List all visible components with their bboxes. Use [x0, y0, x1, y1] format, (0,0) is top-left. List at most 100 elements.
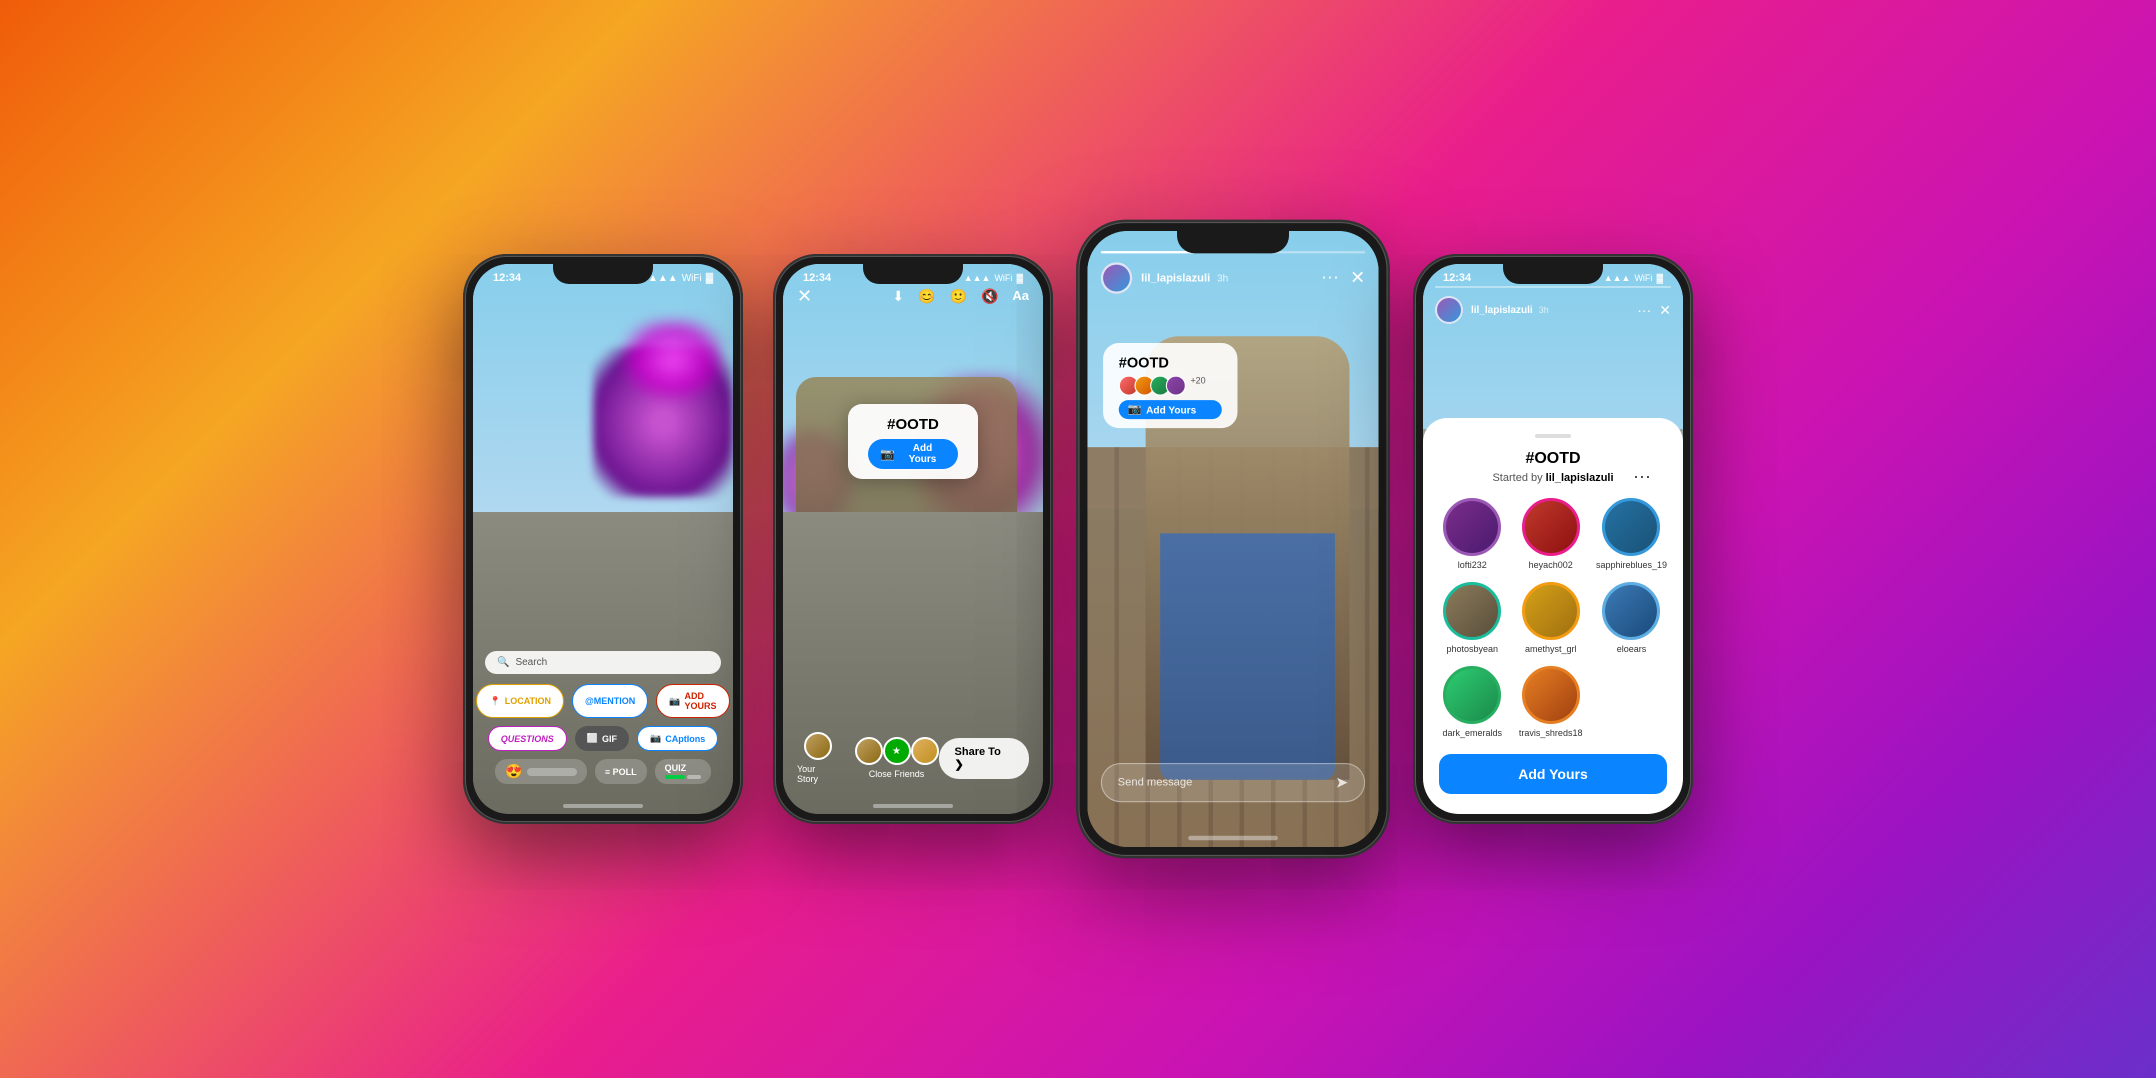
- participant-avatar-5: [1602, 582, 1660, 640]
- addyours-btn-3[interactable]: 📷 Add Yours: [1119, 400, 1222, 419]
- participant-1[interactable]: heyach002: [1517, 498, 1583, 570]
- signal-icon-1: ▲▲▲: [648, 273, 678, 284]
- mention-label: @MENTION: [585, 696, 635, 706]
- participant-name-2: sapphireblues_19: [1596, 560, 1667, 570]
- battery-icon-4: ▓: [1656, 273, 1663, 283]
- modal-more-icon[interactable]: ···: [1633, 466, 1651, 487]
- sticker-emoji[interactable]: 😍: [495, 759, 586, 784]
- participant-name-4: amethyst_grl: [1525, 644, 1577, 654]
- participant-0[interactable]: lofti232: [1439, 498, 1505, 570]
- your-story-label: Your Story: [797, 764, 839, 784]
- story-username-4: lil_lapislazuli: [1471, 305, 1533, 316]
- participant-avatar-6: [1443, 666, 1501, 724]
- share-to-label: Share To ❯: [955, 746, 1013, 771]
- sticker-captions[interactable]: 📷 CAptIons: [637, 726, 718, 751]
- gif-label: GIF: [602, 734, 617, 744]
- modal-sheet: #OOTD ··· Started by lil_lapislazuli lof…: [1423, 418, 1683, 814]
- home-indicator-3: [1188, 836, 1278, 840]
- story-actions-3: ··· ✕: [1321, 267, 1365, 289]
- search-icon-small: 🔍: [497, 657, 509, 668]
- sticker-gif[interactable]: ⬜ GIF: [575, 726, 629, 751]
- addyours-label-3: Add Yours: [1146, 404, 1196, 415]
- close-friends-avatar-3: [911, 737, 939, 765]
- started-by-label: Started by: [1492, 472, 1542, 484]
- location-icon: 📍: [489, 696, 500, 707]
- participant-4[interactable]: amethyst_grl: [1517, 582, 1583, 654]
- share-to-button[interactable]: Share To ❯: [939, 738, 1029, 779]
- story-user-avatar: [1101, 262, 1132, 293]
- participant-name-7: travis_shreds18: [1519, 728, 1583, 738]
- download-icon[interactable]: ⬇: [892, 288, 904, 305]
- addyours-sticker-card[interactable]: #OOTD 📷 Add Yours: [848, 404, 978, 479]
- signal-icon-4: ▲▲▲: [1604, 273, 1631, 283]
- toolbar-icons-2: ⬇ 😊 🙂 🔇 Aa: [892, 288, 1029, 305]
- sticker-location[interactable]: 📍 LOCATION: [476, 684, 564, 718]
- close-friends-option[interactable]: ★ Close Friends: [855, 737, 939, 779]
- questions-label: QUESTIONS: [501, 734, 554, 744]
- sticker-questions[interactable]: QUESTIONS: [488, 726, 567, 751]
- add-yours-cta-button[interactable]: Add Yours: [1439, 754, 1667, 794]
- emoji-picker-icon[interactable]: 😊: [918, 288, 935, 305]
- captions-label: CAptIons: [665, 734, 705, 744]
- signal-icon-2: ▲▲▲: [964, 273, 991, 283]
- phone-3: lil_lapislazuli 3h ··· ✕ #OOTD +20: [1076, 220, 1390, 858]
- participant-avatar-3: [1443, 582, 1501, 640]
- notch-3: [1177, 231, 1289, 253]
- close-button-2[interactable]: ✕: [797, 286, 812, 307]
- add-yours-cta-label: Add Yours: [1518, 766, 1588, 782]
- phone3-background: [1087, 231, 1378, 847]
- message-bar[interactable]: Send message ➤: [1101, 763, 1365, 802]
- participant-name-0: lofti232: [1458, 560, 1487, 570]
- participant-avatar-7: [1522, 666, 1580, 724]
- wifi-icon-1: WiFi: [682, 273, 702, 284]
- addyours-btn-2[interactable]: 📷 Add Yours: [868, 439, 958, 469]
- your-story-avatar: [804, 732, 832, 760]
- addyours-label-1: ADD YOURS: [685, 691, 717, 711]
- participant-avatar-1: [1522, 498, 1580, 556]
- modal-handle: [1535, 434, 1571, 438]
- sticker-row-2: QUESTIONS ⬜ GIF 📷 CAptIons: [485, 726, 721, 751]
- status-icons-2: ▲▲▲ WiFi ▓: [964, 273, 1023, 283]
- text-icon[interactable]: Aa: [1012, 288, 1029, 305]
- close-icon-4[interactable]: ✕: [1659, 302, 1671, 319]
- more-icon-4[interactable]: ···: [1637, 302, 1651, 319]
- addyours-hashtag: #OOTD: [868, 416, 958, 433]
- addyours-overlay-3[interactable]: #OOTD +20 📷 Add Yours: [1103, 343, 1237, 428]
- emoji-icon: 😍: [505, 763, 522, 780]
- phone2-bottom: Your Story ★ Close Friends Share To ❯: [783, 732, 1043, 784]
- story-user-info: lil_lapislazuli 3h ··· ✕: [1087, 262, 1378, 293]
- sticker-icon[interactable]: 🙂: [950, 288, 967, 305]
- sticker-mention[interactable]: @MENTION: [572, 684, 648, 718]
- phones-container: 12:34 ▲▲▲ WiFi ▓ 🔍 Search 📍: [0, 0, 2156, 1078]
- close-friends-label: Close Friends: [869, 769, 925, 779]
- sticker-search-bar[interactable]: 🔍 Search: [485, 651, 721, 674]
- participant-name-5: eloears: [1617, 644, 1647, 654]
- started-by-user: lil_lapislazuli: [1546, 472, 1614, 484]
- sticker-poll[interactable]: ≡ POLL: [595, 759, 647, 784]
- sticker-row-1: 📍 LOCATION @MENTION 📷 ADD YOURS: [485, 684, 721, 718]
- close-icon-3[interactable]: ✕: [1350, 267, 1365, 289]
- status-icons-1: ▲▲▲ WiFi ▓: [648, 273, 713, 284]
- battery-icon-1: ▓: [706, 273, 713, 284]
- participant-2[interactable]: sapphireblues_19: [1596, 498, 1667, 570]
- addyours-icon-1: 📷: [669, 696, 680, 707]
- more-icon-3[interactable]: ···: [1321, 268, 1339, 288]
- your-story-option[interactable]: Your Story: [797, 732, 839, 784]
- search-placeholder: Search: [515, 657, 547, 668]
- participant-5[interactable]: eloears: [1596, 582, 1667, 654]
- sticker-add-yours-1[interactable]: 📷 ADD YOURS: [656, 684, 729, 718]
- send-icon[interactable]: ➤: [1335, 773, 1348, 792]
- sticker-quiz[interactable]: QUIZ: [655, 759, 711, 784]
- participant-6[interactable]: dark_emeralds: [1439, 666, 1505, 738]
- quiz-label: QUIZ: [665, 763, 687, 773]
- participant-3[interactable]: photosbyean: [1439, 582, 1505, 654]
- close-friends-avatar-1: [855, 737, 883, 765]
- captions-icon: 📷: [650, 733, 661, 744]
- mute-icon[interactable]: 🔇: [981, 288, 998, 305]
- home-indicator-2: [873, 804, 953, 808]
- story-user-avatar-4: [1435, 296, 1463, 324]
- participant-7[interactable]: travis_shreds18: [1517, 666, 1583, 738]
- addyours-icon-3: 📷: [1128, 403, 1142, 415]
- participants-grid: lofti232 heyach002 sapphireblues_19 phot…: [1439, 498, 1667, 738]
- notch-1: [553, 264, 653, 284]
